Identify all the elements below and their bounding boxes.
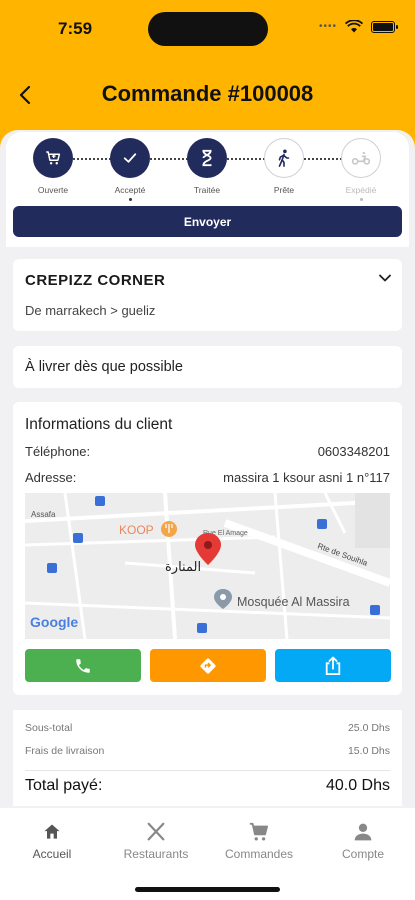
chevron-down-icon [379, 274, 391, 282]
step-label: Prête [273, 185, 295, 195]
step-dot [128, 198, 132, 201]
client-info-title: Informations du client [25, 416, 173, 433]
map-label-mosque: Mosquée Al Massira [237, 595, 350, 609]
tab-label: Accueil [32, 847, 72, 861]
bus-stop-icon [95, 496, 105, 506]
walking-person-icon [278, 149, 290, 167]
tab-label: Compte [341, 847, 385, 861]
step-circle [341, 138, 381, 178]
store-name: CREPIZZ CORNER [25, 272, 166, 289]
step-circle [264, 138, 304, 178]
hourglass-icon [202, 149, 212, 167]
person-icon [354, 823, 372, 841]
step-traitee: Traitée [177, 138, 237, 195]
send-button[interactable]: Envoyer [13, 206, 402, 237]
client-info-card: Informations du client Téléphone: 060334… [13, 402, 402, 695]
step-label: Accepté [114, 185, 146, 195]
battery-icon [371, 20, 398, 33]
address-label: Adresse: [25, 470, 77, 485]
home-indicator [135, 887, 280, 892]
address-value: massira 1 ksour asni 1 n°117 [223, 470, 390, 485]
bus-stop-icon [370, 605, 380, 615]
cart-icon [249, 822, 268, 841]
tab-restaurants[interactable]: Restaurants [106, 820, 206, 861]
tab-commandes[interactable]: Commandes [209, 820, 309, 861]
step-circle [110, 138, 150, 178]
delivery-time: À livrer dès que possible [25, 359, 183, 375]
fork-knife-icon [147, 822, 165, 841]
signal-icon: •••• [318, 21, 337, 32]
bus-stop-icon [47, 563, 57, 573]
step-label: Traitée [193, 185, 221, 195]
step-ouverte: Ouverte [23, 138, 83, 195]
share-button[interactable] [275, 649, 391, 682]
total-value: 40.0 Dhs [325, 777, 390, 794]
share-icon [325, 656, 341, 675]
total-label: Total payé: [25, 777, 103, 794]
step-circle [33, 138, 73, 178]
step-expedie: Expédié [331, 138, 391, 201]
order-stepper: Ouverte Accepté Traitée Prête Expédié En… [6, 132, 409, 247]
page-title: Commande #100008 [101, 81, 314, 106]
delivery-time-card: À livrer dès que possible [13, 346, 402, 388]
phone-label: Téléphone: [25, 444, 91, 459]
title-bar: Commande #100008 [0, 75, 415, 115]
directions-button[interactable] [150, 649, 266, 682]
location-map[interactable]: Assafa Rte de Souihla Rue El Amage KOOP … [25, 493, 390, 639]
google-logo: Google [30, 614, 78, 630]
status-bar: 7:59 •••• [0, 0, 415, 56]
step-accepte: Accepté [100, 138, 160, 201]
store-route: De marrakech > gueliz [25, 303, 156, 318]
step-label: Expédié [345, 185, 377, 195]
delivery-fee-value: 15.0 Dhs [347, 745, 390, 757]
store-card[interactable]: CREPIZZ CORNER De marrakech > gueliz [13, 259, 402, 331]
wifi-icon [345, 20, 363, 33]
map-canvas: Assafa Rte de Souihla Rue El Amage KOOP … [25, 493, 390, 639]
step-label: Ouverte [37, 185, 69, 195]
tab-label: Restaurants [123, 847, 189, 861]
moped-icon [351, 152, 371, 165]
subtotal-value: 25.0 Dhs [347, 722, 390, 734]
step-prete: Prête [254, 138, 314, 195]
call-button[interactable] [25, 649, 141, 682]
dynamic-island [148, 12, 268, 46]
map-label-koop: KOOP [119, 523, 154, 537]
map-label-arabic: المنارة [165, 560, 201, 575]
check-icon [123, 153, 137, 163]
bus-stop-icon [197, 623, 207, 633]
directions-icon [200, 657, 216, 674]
home-icon [44, 824, 60, 839]
tab-accueil[interactable]: Accueil [2, 820, 102, 861]
phone-icon [76, 658, 90, 673]
expand-button[interactable] [378, 271, 392, 290]
map-label-assafa: Assafa [31, 510, 56, 519]
totals-card: Sous-total 25.0 Dhs Frais de livraison 1… [13, 710, 402, 806]
divider [25, 770, 390, 771]
step-circle [187, 138, 227, 178]
cart-icon [46, 151, 61, 165]
bus-stop-icon [317, 519, 327, 529]
delivery-fee-label: Frais de livraison [25, 745, 105, 757]
phone-value: 0603348201 [317, 444, 390, 459]
step-dot [359, 198, 363, 201]
subtotal-label: Sous-total [25, 722, 73, 734]
tab-compte[interactable]: Compte [313, 820, 413, 861]
status-icons: •••• [318, 20, 398, 33]
tab-label: Commandes [224, 847, 294, 861]
bus-stop-icon [73, 533, 83, 543]
status-time: 7:59 [58, 19, 93, 38]
